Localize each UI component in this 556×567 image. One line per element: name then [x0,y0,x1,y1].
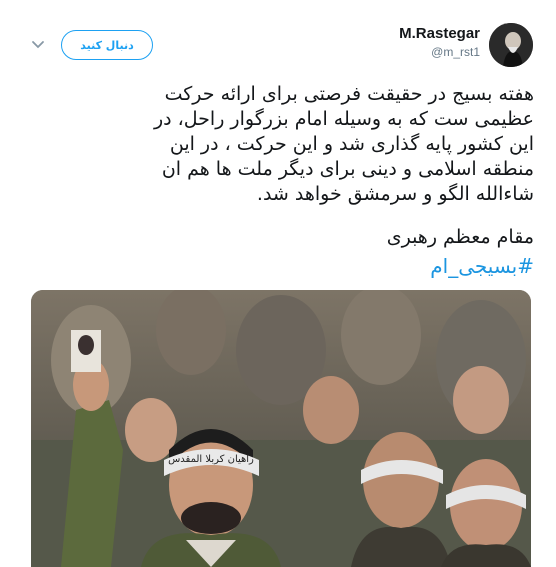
user-handle[interactable]: @m_rst1 [431,45,480,59]
display-name[interactable]: M.Rastegar [399,25,480,42]
tweet-card: دنبال کنید M.Rastegar @m_rst1 هفته بسیج … [0,0,556,567]
chevron-down-icon[interactable] [30,36,46,52]
tweet-photo[interactable]: راهیان کربلا المقدس [31,290,531,567]
avatar[interactable] [489,23,533,67]
hashtag-link[interactable]: #بسیجی_ام [430,254,534,278]
headband-text: راهیان کربلا المقدس [168,454,254,465]
follow-button[interactable]: دنبال کنید [61,30,153,60]
tweet-signature: مقام معظم رهبری [386,226,534,248]
tweet-text: هفته بسیج در حقیقت فرصتی برای ارائه حرکت… [153,83,534,205]
